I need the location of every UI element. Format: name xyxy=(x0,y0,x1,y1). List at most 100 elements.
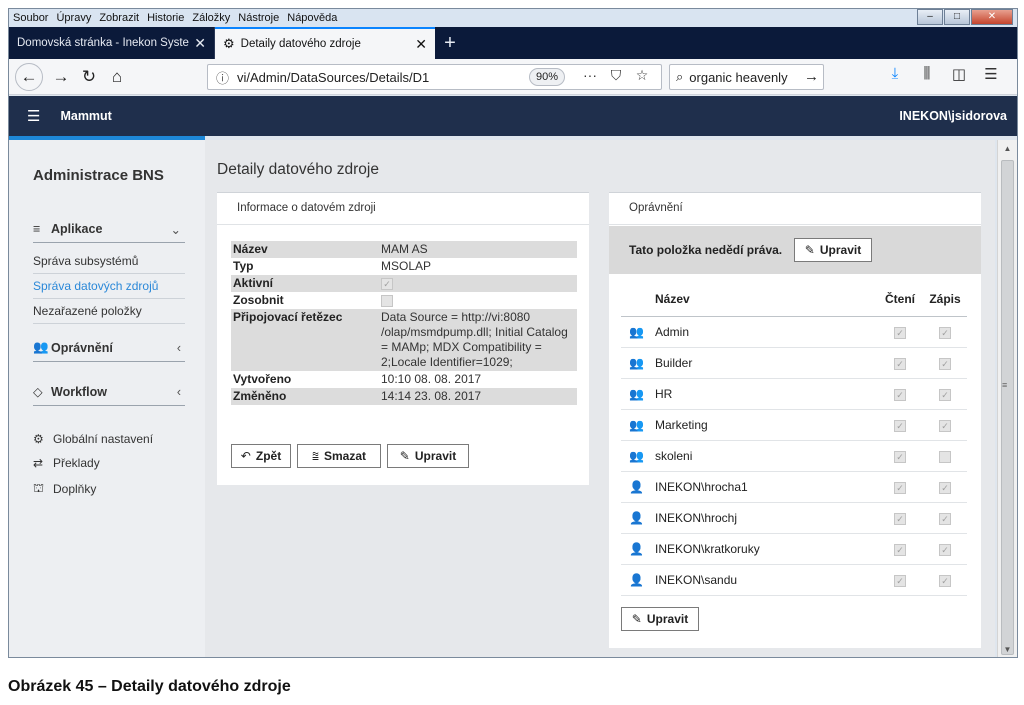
menu-soubor[interactable]: Soubor xyxy=(13,12,48,24)
menu-zalozky[interactable]: Záložky xyxy=(192,12,230,24)
search-input[interactable]: organic heavenly xyxy=(689,70,787,85)
link-label: Doplňky xyxy=(53,482,97,496)
detail-row-type: Typ MSOLAP xyxy=(233,259,432,273)
permission-name: INEKON\kratkoruky xyxy=(655,542,760,556)
sidebar-section-workflow[interactable]: ◇ Workflow ‹ xyxy=(33,384,185,406)
current-user[interactable]: INEKON\jsidorova xyxy=(899,109,1007,123)
forward-button[interactable]: → xyxy=(47,63,75,91)
search-go-icon[interactable]: → xyxy=(804,68,819,85)
library-icon[interactable]: ⫼ xyxy=(911,65,943,83)
minimize-button[interactable]: – xyxy=(917,9,943,25)
window-controls: – □ ✕ xyxy=(916,9,1013,25)
sidebar-item-data-sources[interactable]: Správa datových zdrojů xyxy=(33,279,185,299)
inherit-strip: Tato položka nedědí práva. ✎ Upravit xyxy=(609,226,981,274)
menu-historie[interactable]: Historie xyxy=(147,12,184,24)
delete-button[interactable]: ⩰ Smazat xyxy=(297,444,381,468)
chevron-left-icon: ‹ xyxy=(176,384,181,399)
sidebar-title: Administrace BNS xyxy=(33,167,164,184)
data-source-info-panel: Informace o datovém zdroji Název MAM AS … xyxy=(217,192,589,485)
sidebar-section-aplikace[interactable]: ≡ Aplikace ⌄ xyxy=(33,222,185,243)
menu-nastroje[interactable]: Nástroje xyxy=(238,12,279,24)
navigation-bar: ← → ↻ ⌂ ⓘ vi/Admin/DataSources/Details/D… xyxy=(9,59,1017,95)
back-button[interactable]: ← xyxy=(15,62,43,91)
reload-button[interactable]: ↻ xyxy=(75,63,103,91)
url-bar[interactable]: ⓘ vi/Admin/DataSources/Details/D1 90% ··… xyxy=(207,64,662,90)
sidebar-item-subsystems[interactable]: Správa subsystémů xyxy=(33,254,185,274)
panel-header: Oprávnění xyxy=(609,193,981,225)
table-row[interactable]: 👥 Marketing ✓ ✓ xyxy=(621,410,967,441)
chevron-down-icon: ⌄ xyxy=(170,222,181,237)
close-tab-icon[interactable]: ✕ xyxy=(415,36,427,53)
sidebar-link-translations[interactable]: ⇄ Překlady xyxy=(33,456,100,470)
bookmark-star-icon[interactable]: ☆ xyxy=(629,67,655,84)
permission-name: HR xyxy=(655,387,673,401)
edit-icon: ✎ xyxy=(399,449,410,463)
home-button[interactable]: ⌂ xyxy=(103,63,131,91)
hamburger-menu-icon[interactable]: ☰ xyxy=(975,65,1007,83)
back-button[interactable]: ↶ Zpět xyxy=(231,444,291,468)
new-tab-button[interactable]: + xyxy=(435,27,465,59)
permission-name: Builder xyxy=(655,356,693,370)
write-checkbox: ✓ xyxy=(939,481,951,494)
scroll-thumb[interactable] xyxy=(1001,160,1014,655)
pocket-icon[interactable]: ⛉ xyxy=(603,67,629,84)
table-row[interactable]: 👤 INEKON\kratkoruky ✓ ✓ xyxy=(621,534,967,565)
link-label: Překlady xyxy=(53,456,100,470)
sidebar-item-unassigned[interactable]: Nezařazené položky xyxy=(33,304,185,324)
tab-home-label: Domovská stránka - Inekon Systems xyxy=(17,37,189,49)
figure-caption: Obrázek 45 – Detaily datového zdroje xyxy=(8,678,291,695)
details-table: Název MAM AS Typ MSOLAP Aktivní ✓ Zosobn… xyxy=(231,241,577,405)
permission-name: INEKON\hrocha1 xyxy=(655,480,748,494)
section-label: Oprávnění xyxy=(51,340,113,355)
close-tab-icon[interactable]: ✕ xyxy=(194,35,206,52)
read-checkbox: ✓ xyxy=(894,326,906,339)
hamburger-icon[interactable]: ☰ xyxy=(27,107,40,125)
settings-icon: ⚙ xyxy=(33,432,44,446)
detail-row-created: Vytvořeno 10:10 08. 08. 2017 xyxy=(233,372,482,386)
table-row[interactable]: 👤 INEKON\hrocha1 ✓ ✓ xyxy=(621,472,967,503)
write-checkbox: ✓ xyxy=(939,326,951,339)
detail-row-zosobnit: Zosobnit xyxy=(231,292,577,309)
sidebar-icon[interactable]: ◫ xyxy=(943,65,975,83)
section-label: Workflow xyxy=(51,384,108,399)
write-checkbox: ✓ xyxy=(939,574,951,587)
sidebar-link-global-settings[interactable]: ⚙ Globální nastavení xyxy=(33,432,153,446)
menu-bar: Soubor Úpravy Zobrazit Historie Záložky … xyxy=(9,9,1017,27)
info-icon[interactable]: ⓘ xyxy=(216,68,229,87)
table-row[interactable]: 👥 skoleni ✓ xyxy=(621,441,967,472)
scroll-up-arrow[interactable]: ▲ xyxy=(998,142,1017,156)
write-checkbox: ✓ xyxy=(939,512,951,525)
toolbar-right: ⤓ ⫼ ◫ ☰ xyxy=(879,65,1007,83)
sidebar-link-addons[interactable]: ⛫ Doplňky xyxy=(33,481,96,497)
table-row[interactable]: 👤 INEKON\sandu ✓ ✓ xyxy=(621,565,967,596)
detail-row-changed: Změněno 14:14 23. 08. 2017 xyxy=(231,388,577,405)
write-checkbox: ✓ xyxy=(939,543,951,556)
read-checkbox: ✓ xyxy=(894,419,906,432)
edit-button[interactable]: ✎ Upravit xyxy=(387,444,469,468)
tab-data-source-details[interactable]: ⚙ Detaily datového zdroje ✕ xyxy=(215,27,435,59)
edit-permissions-button[interactable]: ✎ Upravit xyxy=(621,607,699,631)
table-row[interactable]: 👤 INEKON\hrochj ✓ ✓ xyxy=(621,503,967,534)
download-icon[interactable]: ⤓ xyxy=(879,65,911,83)
vertical-scrollbar[interactable]: ▲ ≡ ▼ xyxy=(997,140,1017,657)
table-row[interactable]: 👥 Builder ✓ ✓ xyxy=(621,348,967,379)
table-row[interactable]: 👥 HR ✓ ✓ xyxy=(621,379,967,410)
more-actions-icon[interactable]: ··· xyxy=(577,67,603,84)
menu-zobrazit[interactable]: Zobrazit xyxy=(99,12,139,24)
scroll-down-arrow[interactable]: ▼ xyxy=(998,643,1017,657)
table-row[interactable]: 👥 Admin ✓ ✓ xyxy=(621,317,967,348)
app-brand[interactable]: Mammut xyxy=(60,109,111,123)
close-window-button[interactable]: ✕ xyxy=(971,9,1013,25)
menu-upravy[interactable]: Úpravy xyxy=(56,12,91,24)
maximize-button[interactable]: □ xyxy=(944,9,970,25)
sidebar-section-opravneni[interactable]: 👥 Oprávnění ‹ xyxy=(33,340,185,362)
search-box[interactable]: ⌕ organic heavenly → xyxy=(669,64,824,90)
menu-napoveda[interactable]: Nápověda xyxy=(287,12,337,24)
zoom-indicator[interactable]: 90% xyxy=(528,68,565,86)
tab-home[interactable]: Domovská stránka - Inekon Systems ✕ xyxy=(9,27,215,59)
detail-row-active: Aktivní ✓ xyxy=(231,275,577,292)
write-checkbox: ✓ xyxy=(939,357,951,370)
app-header: ☰ Mammut INEKON\jsidorova xyxy=(9,96,1017,136)
panel-header: Informace o datovém zdroji xyxy=(217,193,589,225)
edit-inheritance-button[interactable]: ✎ Upravit xyxy=(794,238,872,262)
